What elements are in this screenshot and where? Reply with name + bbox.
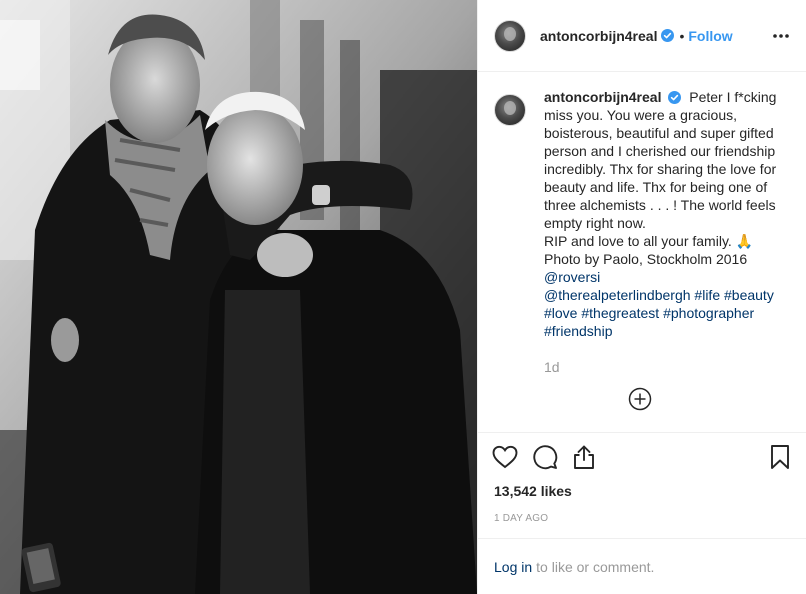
heart-icon[interactable]	[492, 437, 532, 477]
hashtag-beauty[interactable]: #beauty	[724, 287, 774, 303]
caption-avatar[interactable]	[494, 94, 526, 126]
bookmark-icon[interactable]	[750, 437, 790, 477]
caption-username[interactable]: antoncorbijn4real	[544, 89, 661, 105]
caption-line-1: Peter I f*cking miss you. You were a gra…	[544, 89, 777, 231]
mention-lindbergh[interactable]: @therealpeterlindbergh	[544, 287, 691, 303]
follow-button[interactable]: Follow	[688, 28, 732, 44]
hashtag-thegreatest[interactable]: #thegreatest	[581, 305, 659, 321]
author-username[interactable]: antoncorbijn4real	[540, 28, 657, 44]
login-prompt: Log in to like or comment.	[478, 538, 806, 594]
hashtag-photographer[interactable]: #photographer	[663, 305, 754, 321]
caption-time-ago[interactable]: 1d	[544, 358, 790, 376]
more-options-icon[interactable]	[772, 27, 790, 45]
comment-icon[interactable]	[532, 437, 572, 477]
comments-area[interactable]: antoncorbijn4real Peter I f*cking miss y…	[478, 72, 806, 432]
post-header: antoncorbijn4real • Follow	[478, 0, 806, 72]
login-link[interactable]: Log in	[494, 559, 532, 575]
post-photo[interactable]	[0, 0, 477, 594]
post-side-panel: antoncorbijn4real • Follow antoncorbijn4…	[477, 0, 806, 594]
mention-roversi[interactable]: @roversi	[544, 269, 600, 285]
action-bar	[478, 432, 806, 480]
hashtag-friendship[interactable]: #friendship	[544, 323, 613, 339]
separator-dot: •	[679, 27, 685, 44]
verified-badge-icon	[668, 91, 682, 104]
black-and-white-portrait-illustration	[0, 0, 477, 594]
hashtag-love[interactable]: #love	[544, 305, 577, 321]
author-avatar[interactable]	[494, 19, 526, 52]
instagram-post: antoncorbijn4real • Follow antoncorbijn4…	[0, 0, 806, 594]
share-icon[interactable]	[572, 437, 612, 477]
caption-line-2: RIP and love to all your family. 🙏	[544, 233, 754, 249]
caption-text: antoncorbijn4real Peter I f*cking miss y…	[544, 88, 790, 376]
post-date[interactable]: 1 DAY AGO	[478, 513, 806, 524]
hashtag-life[interactable]: #life	[694, 287, 720, 303]
caption-line-3: Photo by Paolo, Stockholm 2016	[544, 251, 748, 267]
verified-badge-icon	[661, 29, 675, 42]
caption: antoncorbijn4real Peter I f*cking miss y…	[494, 88, 790, 376]
plus-circle-icon[interactable]	[628, 387, 652, 411]
login-suffix: to like or comment.	[536, 558, 655, 575]
likes-count[interactable]: 13,542 likes	[478, 483, 806, 499]
